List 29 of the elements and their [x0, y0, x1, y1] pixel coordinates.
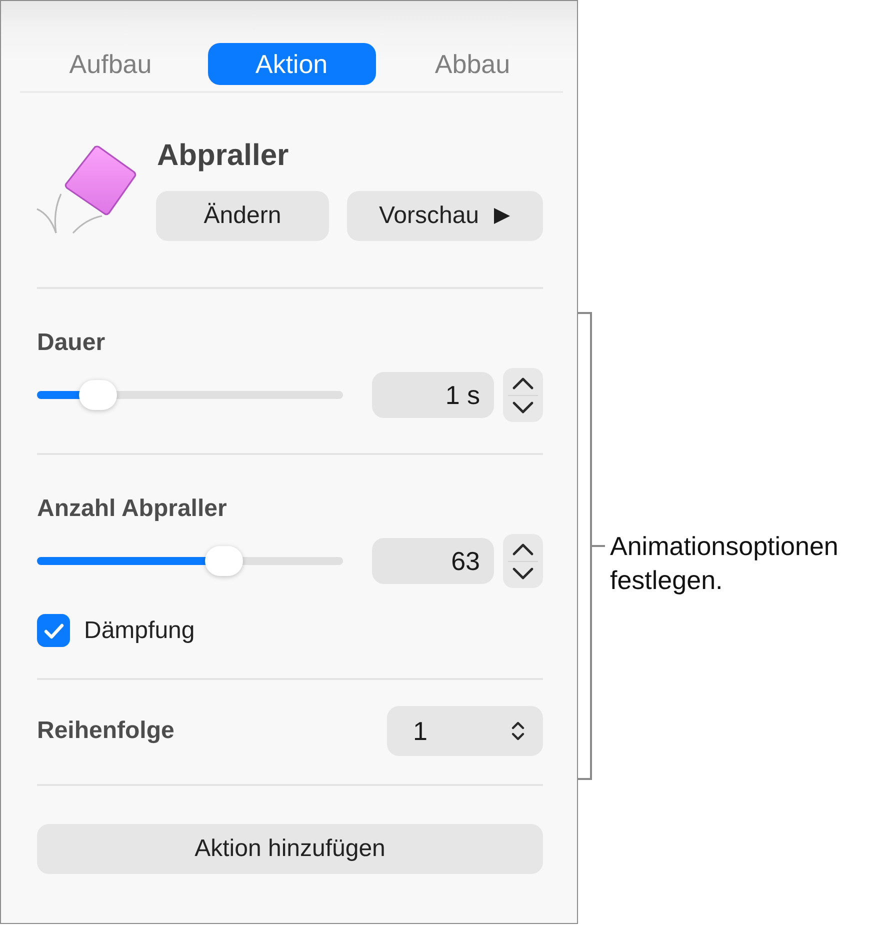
tab[interactable]: Aktion [208, 43, 376, 85]
chevron-up-icon [512, 542, 534, 556]
order-popup[interactable]: 1 [387, 706, 543, 756]
slider-track[interactable] [37, 380, 343, 410]
field-label: Reihenfolge [37, 717, 174, 745]
value-field[interactable]: 1 s [372, 372, 494, 418]
field-label: Dauer [37, 329, 106, 357]
value-field[interactable]: 63 [372, 538, 494, 584]
checkbox-label: Dämpfung [84, 616, 195, 644]
play-icon [493, 207, 512, 225]
stepper[interactable] [503, 534, 543, 588]
chevron-up-icon [512, 376, 534, 390]
checkmark-icon [44, 622, 64, 638]
effect-title: Abpraller [156, 138, 289, 174]
preview-button[interactable]: Vorschau [347, 191, 543, 241]
change-button[interactable]: Ändern [156, 191, 329, 241]
updown-chevron-icon [511, 720, 525, 742]
chevron-down-icon [512, 566, 534, 580]
stepper[interactable] [503, 368, 543, 422]
chevron-down-icon [512, 400, 534, 414]
callout-text: Animationsoptionen festlegen. [610, 530, 840, 597]
tab[interactable]: Aufbau [26, 43, 194, 85]
slider-thumb[interactable] [204, 546, 243, 576]
slider-track[interactable] [37, 546, 343, 576]
checkbox[interactable] [37, 614, 70, 647]
tab[interactable]: Abbau [388, 43, 556, 85]
field-label: Anzahl Abpraller [37, 495, 227, 523]
add-action-button[interactable]: Aktion hinzufügen [37, 824, 543, 874]
slider-thumb[interactable] [79, 380, 118, 410]
